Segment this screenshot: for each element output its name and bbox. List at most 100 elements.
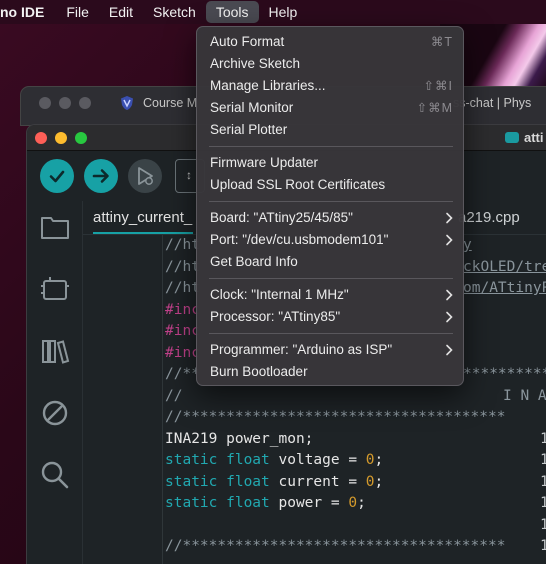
menu-item-serial-plotter[interactable]: Serial Plotter [209, 119, 453, 141]
window-title: atti [505, 130, 544, 145]
zoom-light-icon[interactable] [79, 97, 91, 109]
ide-sidebar [27, 201, 83, 564]
menu-item-label: Manage Libraries... [210, 78, 326, 93]
code-line-10: INA219 power_mon; [165, 431, 314, 447]
active-tab-indicator [93, 232, 193, 234]
menu-item-port[interactable]: Port: "/dev/cu.usbmodem101" [209, 229, 453, 251]
app-menu[interactable]: no IDE [0, 0, 56, 24]
debug-disabled-icon[interactable] [39, 397, 71, 429]
code-line-7-tail: ********** [463, 366, 546, 382]
tools-dropdown-menu: Auto Format ⌘T Archive Sketch Manage Lib… [196, 26, 464, 386]
code-keyword: static float [165, 474, 270, 490]
menu-tools[interactable]: Tools [205, 1, 259, 23]
chevron-right-icon [446, 311, 453, 323]
code-text: power = [269, 495, 349, 511]
arduino-logo-icon [505, 132, 519, 143]
menu-item-archive-sketch[interactable]: Archive Sketch [209, 53, 453, 75]
code-line-1: //ht [165, 237, 200, 253]
menu-item-label: Get Board Info [210, 254, 298, 269]
boards-manager-icon[interactable] [39, 273, 71, 305]
code-keyword: static float [165, 495, 270, 511]
tab-main-sketch[interactable]: attiny_current_ [93, 209, 192, 226]
code-line-3: //ht [165, 280, 200, 296]
menu-item-manage-libraries[interactable]: Manage Libraries... ⇧⌘I [209, 75, 453, 97]
menu-item-label: Burn Bootloader [210, 364, 308, 379]
code-line-6: #inc [165, 345, 200, 361]
code-line-9: //************************************* [165, 409, 506, 425]
line-number: 10 [517, 431, 546, 447]
upload-button[interactable] [84, 159, 118, 193]
menu-item-programmer[interactable]: Programmer: "Arduino as ISP" [209, 339, 453, 361]
menu-item-burn-bootloader[interactable]: Burn Bootloader [209, 361, 453, 383]
line-number: 6 [517, 345, 546, 361]
line-number: 1 [517, 237, 546, 253]
chevron-right-icon [446, 289, 453, 301]
menu-item-firmware-updater[interactable]: Firmware Updater [209, 152, 453, 174]
line-number: 13 [517, 495, 546, 511]
code-number: 0 [348, 495, 358, 511]
menu-item-label: Upload SSL Root Certificates [210, 177, 386, 192]
debug-icon [138, 167, 153, 185]
background-window-controls [39, 97, 91, 109]
verify-button[interactable] [40, 159, 74, 193]
line-number: 12 [517, 474, 546, 490]
zoom-window-icon[interactable] [75, 132, 87, 144]
code-line-3-tail: om/ATtinyP [463, 280, 546, 296]
folder-icon[interactable] [39, 211, 71, 243]
tab-ina219-cpp[interactable]: a219.cpp [458, 209, 520, 226]
line-number: 4 [517, 302, 546, 318]
menu-bar: no IDE File Edit Sketch Tools Help [0, 0, 546, 24]
menu-item-label: Board: "ATtiny25/45/85" [210, 210, 353, 225]
menu-item-label: Serial Monitor [210, 100, 294, 115]
menu-separator [209, 278, 453, 279]
minimize-window-icon[interactable] [55, 132, 67, 144]
search-icon[interactable] [39, 459, 71, 491]
line-number: 14 [517, 517, 546, 533]
code-keyword: static float [165, 452, 270, 468]
menu-item-label: Processor: "ATtiny85" [210, 309, 341, 324]
menu-item-auto-format[interactable]: Auto Format ⌘T [209, 31, 453, 53]
menu-item-get-board-info[interactable]: Get Board Info [209, 251, 453, 273]
library-manager-icon[interactable] [39, 335, 71, 367]
menu-edit[interactable]: Edit [99, 0, 143, 24]
menu-item-label: Clock: "Internal 1 MHz" [210, 287, 349, 302]
browser-tab-course[interactable]: Course M [119, 95, 197, 111]
menu-separator [209, 333, 453, 334]
code-line-11: static float voltage = 0; [165, 452, 383, 468]
window-controls [35, 132, 87, 144]
arrow-right-icon [92, 169, 109, 183]
close-light-icon[interactable] [39, 97, 51, 109]
menu-item-clock[interactable]: Clock: "Internal 1 MHz" [209, 284, 453, 306]
shield-icon [121, 96, 133, 110]
code-text: voltage = [269, 452, 366, 468]
menu-separator [209, 201, 453, 202]
menu-item-serial-monitor[interactable]: Serial Monitor ⇧⌘M [209, 97, 453, 119]
code-line-8: // [165, 388, 183, 404]
code-text: ; [374, 474, 384, 490]
code-line-1-tail: y [463, 237, 472, 253]
menu-separator [209, 146, 453, 147]
close-window-icon[interactable] [35, 132, 47, 144]
code-line-15: //************************************* [165, 538, 506, 554]
chevron-right-icon [446, 344, 453, 356]
menu-item-processor[interactable]: Processor: "ATtiny85" [209, 306, 453, 328]
chevron-right-icon [446, 234, 453, 246]
menu-help[interactable]: Help [259, 0, 308, 24]
menu-file[interactable]: File [56, 0, 99, 24]
code-line-13: static float power = 0; [165, 495, 366, 511]
line-number-gutter [83, 235, 163, 564]
menu-item-upload-ssl-certificates[interactable]: Upload SSL Root Certificates [209, 174, 453, 196]
code-line-4: #inc [165, 302, 200, 318]
debug-button[interactable] [128, 159, 162, 193]
browser-tab-chat[interactable]: ss-chat | Phys [453, 96, 531, 110]
minimize-light-icon[interactable] [59, 97, 71, 109]
code-line-12: static float current = 0; [165, 474, 383, 490]
menu-item-label: Firmware Updater [210, 155, 319, 170]
line-number: 9 [517, 409, 546, 425]
chevron-right-icon [446, 212, 453, 224]
code-line-7: //** [165, 366, 200, 382]
shortcut-label: ⇧⌘I [423, 79, 453, 93]
window-title-text: atti [524, 130, 544, 145]
menu-sketch[interactable]: Sketch [143, 0, 206, 24]
menu-item-board[interactable]: Board: "ATtiny25/45/85" [209, 207, 453, 229]
